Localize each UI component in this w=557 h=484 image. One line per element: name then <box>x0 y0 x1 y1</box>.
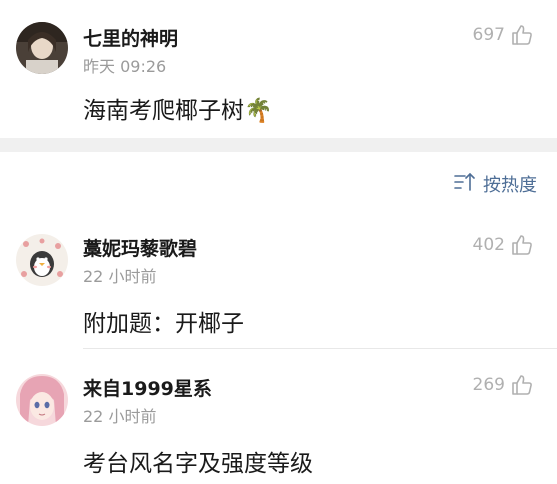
like-button[interactable]: 697 <box>473 24 533 46</box>
section-separator <box>0 138 557 152</box>
comment-text: 考台风名字及强度等级 <box>83 451 313 477</box>
comment-item: 七里的神明 昨天 09:26 海南考爬椰子树🌴 697 <box>0 0 557 138</box>
like-count: 402 <box>472 235 505 255</box>
avatar[interactable] <box>16 234 68 286</box>
comment-item: 藁妮玛藜歌碧 22 小时前 附加题：开椰子 402 <box>0 210 557 348</box>
comment-item: 来自1999星系 22 小时前 考台风名字及强度等级 269 <box>0 350 557 484</box>
timestamp: 昨天 09:26 <box>83 57 167 76</box>
comment-text: 海南考爬椰子树🌴 <box>83 91 273 125</box>
palm-tree-emoji: 🌴 <box>244 98 273 124</box>
comment-text-content: 海南考爬椰子树 <box>83 98 244 124</box>
sort-label: 按热度 <box>483 175 537 196</box>
like-button[interactable]: 402 <box>473 234 533 256</box>
username[interactable]: 来自1999星系 <box>83 374 212 401</box>
sort-icon <box>453 172 475 197</box>
like-button[interactable]: 269 <box>473 374 533 396</box>
thumbs-up-icon <box>511 374 533 396</box>
timestamp: 22 小时前 <box>83 267 157 286</box>
comment-divider <box>83 348 557 349</box>
username[interactable]: 七里的神明 <box>83 24 178 51</box>
username[interactable]: 藁妮玛藜歌碧 <box>83 234 197 261</box>
like-count: 697 <box>472 25 505 45</box>
sort-by-hot-button[interactable]: 按热度 <box>453 171 537 197</box>
thumbs-up-icon <box>511 24 533 46</box>
avatar[interactable] <box>16 22 68 74</box>
comment-feed: 七里的神明 昨天 09:26 海南考爬椰子树🌴 697 按热度 藁妮玛藜歌碧 2… <box>0 0 557 484</box>
timestamp: 22 小时前 <box>83 407 157 426</box>
comment-text: 附加题：开椰子 <box>83 311 244 337</box>
avatar[interactable] <box>16 374 68 426</box>
thumbs-up-icon <box>511 234 533 256</box>
like-count: 269 <box>472 375 505 395</box>
